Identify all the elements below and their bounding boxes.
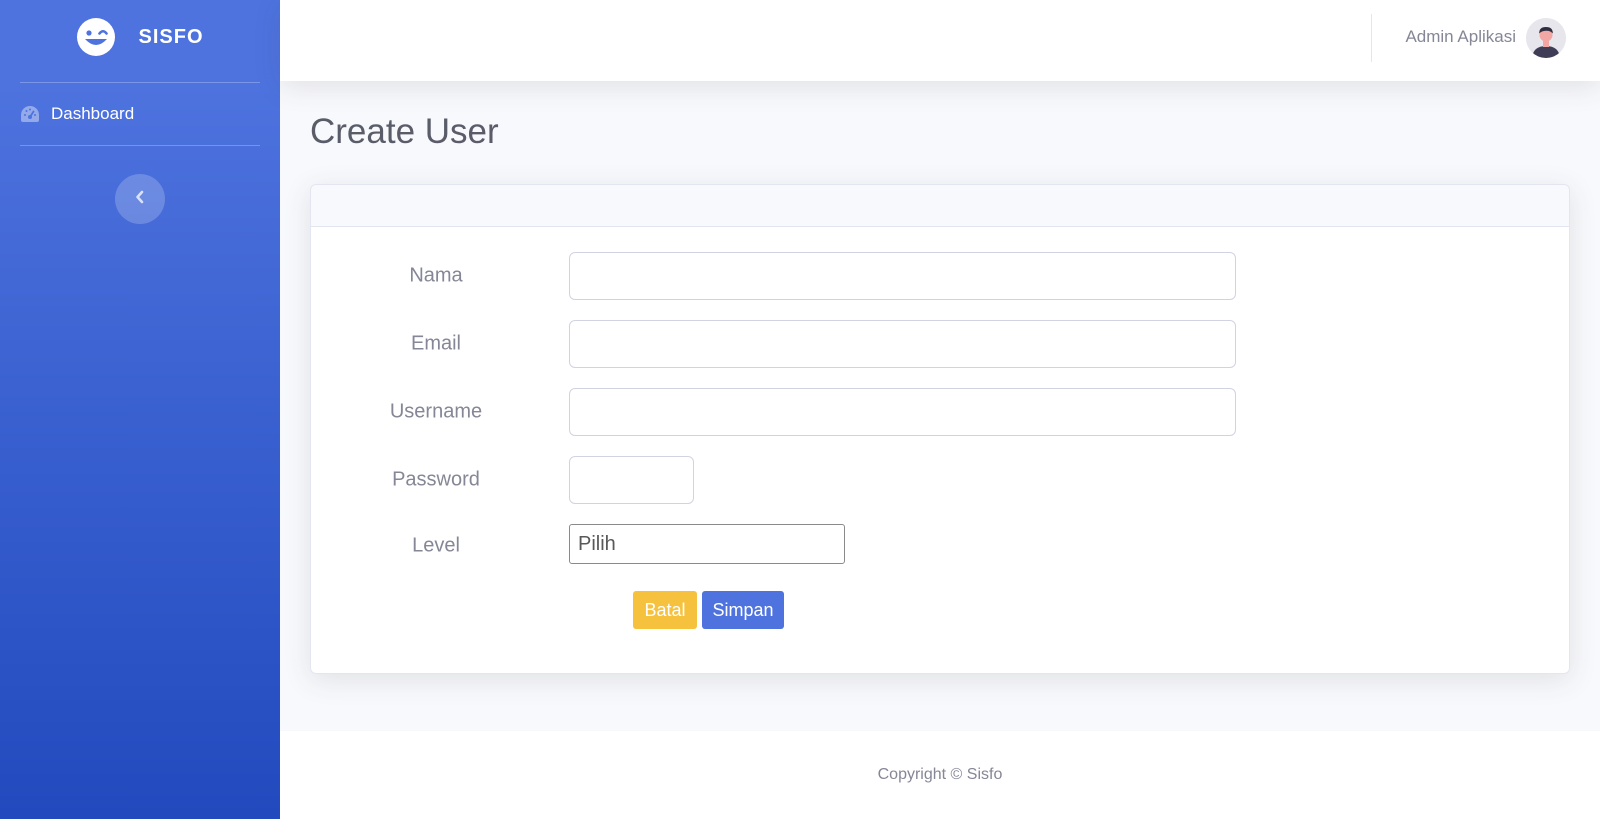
page-title: Create User	[310, 111, 499, 151]
nama-input[interactable]	[569, 252, 1236, 300]
copyright-text: Copyright © Sisfo	[877, 766, 1003, 783]
username-input[interactable]	[569, 388, 1236, 436]
form-row-level: Level Pilih	[311, 522, 1569, 570]
password-input[interactable]	[569, 456, 694, 504]
form-row-nama: Nama	[311, 252, 1569, 300]
chevron-left-icon	[134, 190, 146, 209]
form-row-username: Username	[311, 388, 1569, 436]
form-row-email: Email	[311, 320, 1569, 368]
password-label: Password	[392, 468, 480, 491]
sidebar-item-label: Dashboard	[51, 104, 135, 123]
footer: Copyright © Sisfo	[280, 731, 1600, 819]
laugh-wink-icon	[76, 17, 116, 57]
card-header	[311, 185, 1569, 227]
level-label: Level	[412, 534, 460, 557]
create-user-card: Nama Email Username Password Level Pilih…	[310, 184, 1570, 674]
save-button[interactable]: Simpan	[702, 591, 784, 629]
level-selected-value: Pilih	[578, 532, 616, 555]
sidebar-toggle-button[interactable]	[115, 174, 165, 224]
email-input[interactable]	[569, 320, 1236, 368]
cancel-button[interactable]: Batal	[633, 591, 697, 629]
email-label: Email	[410, 332, 461, 355]
brand-text: SISFO	[138, 25, 204, 48]
sidebar-item-dashboard[interactable]: Dashboard	[0, 83, 280, 145]
tachometer-icon	[20, 104, 40, 124]
sidebar-divider	[20, 145, 260, 146]
sidebar: SISFO Dashboard	[0, 0, 280, 819]
sidebar-brand[interactable]: SISFO	[0, 0, 280, 74]
topbar-divider	[1371, 14, 1372, 62]
nama-label: Nama	[409, 264, 463, 287]
user-avatar-icon[interactable]	[1526, 18, 1566, 58]
username-label: Username	[389, 400, 483, 423]
level-select[interactable]: Pilih	[569, 524, 845, 564]
topbar: Admin Aplikasi	[280, 0, 1600, 81]
form-row-password: Password	[311, 456, 1569, 504]
user-name[interactable]: Admin Aplikasi	[1405, 27, 1516, 47]
